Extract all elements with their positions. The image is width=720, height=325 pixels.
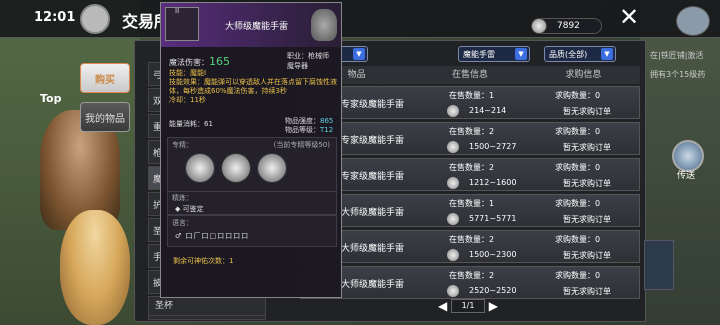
price-range: 5771~5771 (469, 214, 517, 223)
table-row[interactable]: 专家级魔能手雷 在售数量：2 1500~2727 求购数量：0 暂无求购订单 (300, 122, 640, 155)
guild-emblem-icon (80, 4, 110, 34)
remaining-blessings: 剩余可神佑次数：1 (173, 257, 234, 265)
item-stats: 物品强度：865 物品等级：T12 (285, 117, 334, 134)
table-header: 物品 在售信息 求购信息 (300, 66, 640, 84)
request-status: 暂无求购订单 (563, 287, 611, 296)
clock: 12:01 (34, 10, 76, 25)
chevron-down-icon: ▼ (601, 48, 613, 60)
request-count: 求购数量：0 (555, 235, 601, 244)
sale-count: 在售数量：2 (449, 163, 495, 172)
coin-icon (447, 105, 459, 117)
skill-description: 技能：魔能I 技能效果：魔能弹可以穿透敌人并在落点留下腐蚀性液体，每秒造成60%… (169, 69, 337, 104)
price-range: 2520~2520 (469, 286, 517, 295)
item-name: 专家级魔能手雷 (341, 172, 405, 182)
tier-label: II (175, 7, 180, 15)
price-range: 214~214 (469, 106, 507, 115)
side-panel-widget[interactable] (644, 240, 674, 290)
barmaid-figure (60, 210, 130, 325)
next-page-icon[interactable]: ▶ (489, 299, 498, 313)
listing-table: 专家级魔能手雷 在售数量：1 214~214 求购数量：0 暂无求购订单 专家级… (300, 86, 640, 302)
price-range: 1500~2727 (469, 142, 517, 151)
table-row[interactable]: 专家级魔能手雷 在售数量：1 214~214 求购数量：0 暂无求购订单 (300, 86, 640, 119)
sale-count: 在售数量：2 (449, 127, 495, 136)
close-icon[interactable]: ✕ (618, 5, 640, 30)
coin-icon (447, 177, 459, 189)
quest-item[interactable]: 在|铁匠铺|激活 (650, 50, 720, 61)
flask-icon (311, 9, 337, 41)
header-sale: 在售信息 (451, 70, 488, 80)
request-count: 求购数量：0 (555, 271, 601, 280)
appraise-status: ◆ 可鉴定 (175, 205, 204, 213)
coin-icon (447, 141, 459, 153)
request-status: 暂无求购订单 (563, 143, 611, 152)
sale-count: 在售数量：1 (449, 91, 495, 100)
sale-count: 在售数量：1 (449, 199, 495, 208)
item-name: 专家级魔能手雷 (341, 100, 405, 110)
pagination: ◀ 1/1 ▶ (438, 298, 498, 314)
item-filter-dropdown[interactable]: 魔能手雷 ▼ (458, 46, 530, 62)
coin-icon (531, 18, 547, 34)
npc-illustration (30, 110, 150, 325)
request-count: 求购数量：0 (555, 163, 601, 172)
tooltip-title: 大师级魔能手雷 (225, 22, 289, 32)
coin-icon (447, 285, 459, 297)
request-count: 求购数量：0 (555, 127, 601, 136)
quest-item[interactable]: 拥有3个15级药 (650, 69, 720, 80)
buy-tab-button[interactable]: 购买 (80, 63, 130, 93)
price-range: 1500~2300 (469, 250, 517, 259)
header-request: 求购信息 (565, 70, 602, 80)
request-status: 暂无求购订单 (563, 251, 611, 260)
price-range: 1212~1600 (469, 178, 517, 187)
spec-orb-icon[interactable] (185, 153, 215, 183)
request-count: 求购数量：0 (555, 91, 601, 100)
grenade-icon (165, 7, 199, 41)
coin-icon (447, 213, 459, 225)
table-row[interactable]: 专家级魔能手雷 在售数量：2 1212~1600 求购数量：0 暂无求购订单 (300, 158, 640, 191)
request-status: 暂无求购订单 (563, 107, 611, 116)
chevron-down-icon: ▼ (353, 48, 365, 60)
quality-filter-dropdown[interactable]: 品质(全部) ▼ (544, 46, 616, 62)
chevron-down-icon: ▼ (515, 48, 527, 60)
avatar[interactable] (676, 6, 710, 36)
words-value: ♂ 口厂口□口口口口 (175, 232, 250, 240)
item-name: 大师级魔能手雷 (341, 280, 405, 290)
top-bar: 12:01 交易所 7892 ✕ (0, 0, 720, 38)
request-count: 求购数量：0 (555, 199, 601, 208)
my-items-tab-button[interactable]: 我的物品 (80, 102, 130, 132)
tooltip-header: II 大师级魔能手雷 (161, 3, 341, 47)
item-name: 大师级魔能手雷 (341, 208, 405, 218)
spec-orb-icon[interactable] (257, 153, 287, 183)
item-name: 专家级魔能手雷 (341, 136, 405, 146)
energy-cost: 能量消耗：61 (169, 120, 213, 128)
spec-orb-icon[interactable] (221, 153, 251, 183)
teleport-label: 传送 (677, 171, 696, 181)
request-status: 暂无求购订单 (563, 215, 611, 224)
request-status: 暂无求购订单 (563, 179, 611, 188)
sale-count: 在售数量：2 (449, 271, 495, 280)
sale-count: 在售数量：2 (449, 235, 495, 244)
job-info: 职业：枪械师 魔导器 (287, 52, 329, 70)
currency-display: 7892 (531, 18, 602, 34)
top-badge: Top (40, 92, 62, 105)
table-row[interactable]: 大师级魔能手雷 在售数量：2 2520~2520 求购数量：0 暂无求购订单 (300, 266, 640, 299)
item-tooltip: II 大师级魔能手雷 魔法伤害：165 职业：枪械师 魔导器 技能：魔能I 技能… (160, 2, 342, 298)
item-name: 大师级魔能手雷 (341, 244, 405, 254)
quest-tracker: 在|铁匠铺|激活 拥有3个15级药 (650, 50, 720, 88)
table-row[interactable]: 大师级魔能手雷 在售数量：1 5771~5771 求购数量：0 暂无求购订单 (300, 194, 640, 227)
prev-page-icon[interactable]: ◀ (438, 299, 447, 313)
category-item-bottom[interactable]: 圣杯 (148, 296, 266, 316)
table-row[interactable]: 大师级魔能手雷 在售数量：2 1500~2300 求购数量：0 暂无求购订单 (300, 230, 640, 263)
coin-icon (447, 249, 459, 261)
page-indicator: 1/1 (451, 299, 485, 313)
magic-damage: 魔法伤害：165 (169, 55, 230, 68)
currency-amount: 7892 (557, 21, 580, 31)
